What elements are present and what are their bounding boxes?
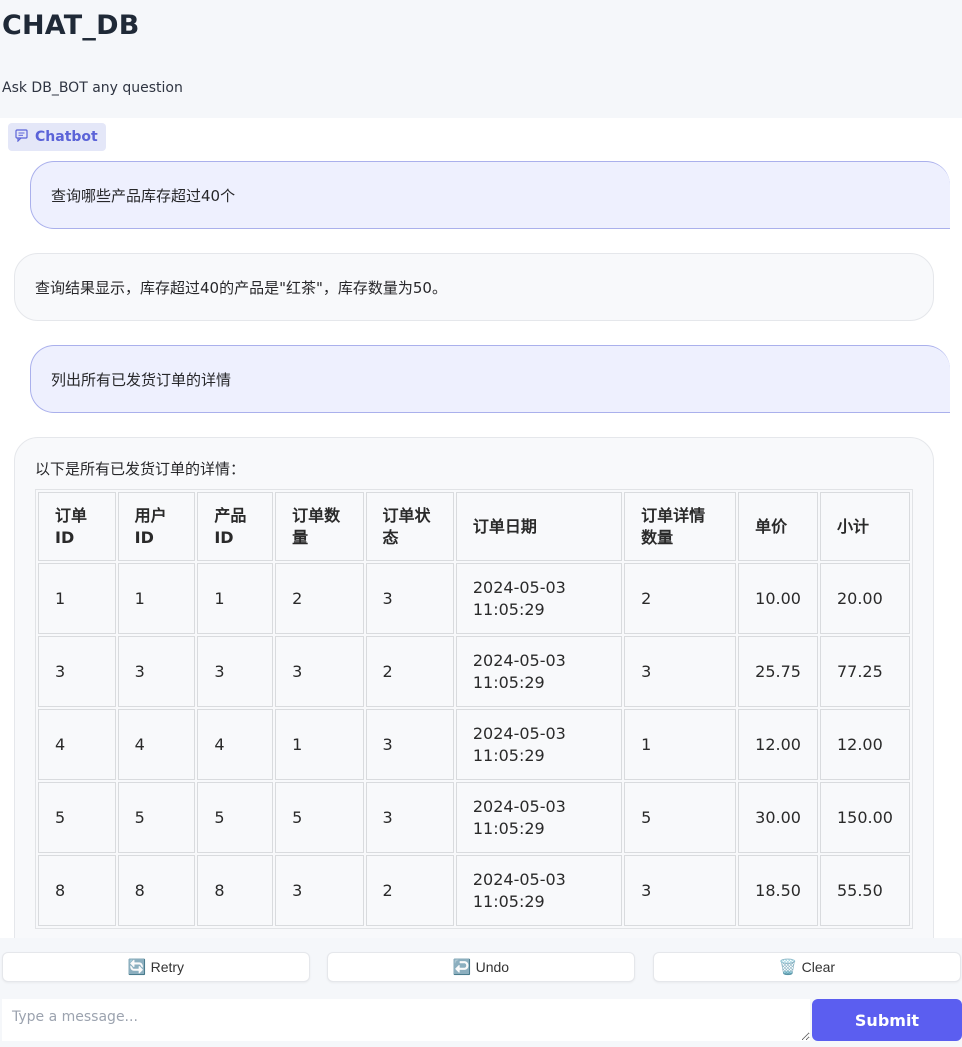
table-cell: 3: [197, 636, 274, 707]
message-text: 以下是所有已发货订单的详情：: [35, 460, 246, 478]
message-text: 列出所有已发货订单的详情: [51, 370, 232, 389]
table-cell: 2024-05-03 11:05:29: [455, 782, 623, 853]
table-cell: 1: [38, 563, 116, 634]
table-row: 4 4 4 1 3 2024-05-03 11:05:29 1 12.00 12…: [38, 709, 910, 780]
chatbot-label-text: Chatbot: [35, 129, 98, 145]
message-text: 查询结果显示，库存超过40的产品是"红茶"，库存数量为50。: [35, 278, 447, 297]
action-buttons: 🔄 Retry ↩️ Undo 🗑️ Clear: [0, 952, 962, 984]
table-cell: 5: [38, 782, 116, 853]
column-header: 小计: [819, 492, 910, 561]
column-header: 订单详情数量: [624, 492, 737, 561]
table-cell: 3: [624, 855, 737, 926]
table-cell: 8: [117, 855, 196, 926]
table-cell: 30.00: [738, 782, 818, 853]
trash-icon: 🗑️: [778, 959, 798, 976]
table-cell: 2024-05-03 11:05:29: [455, 855, 623, 926]
table-cell: 3: [624, 636, 737, 707]
orders-table: 订单ID 用户ID 产品ID 订单数量 订单状态 订单日期 订单详情数量 单价 …: [35, 489, 913, 929]
table-cell: 1: [275, 709, 364, 780]
table-cell: 4: [117, 709, 196, 780]
app-title: CHAT_DB: [2, 10, 140, 41]
table-cell: 5: [197, 782, 274, 853]
table-cell: 3: [38, 636, 116, 707]
undo-button[interactable]: ↩️ Undo: [327, 952, 635, 982]
chatbot-label: Chatbot: [8, 123, 106, 151]
table-cell: 3: [117, 636, 196, 707]
table-cell: 12.00: [738, 709, 818, 780]
table-cell: 18.50: [738, 855, 818, 926]
table-row: 8 8 8 3 2 2024-05-03 11:05:29 3 18.50 55…: [38, 855, 910, 926]
table-cell: 1: [624, 709, 737, 780]
table-row: 3 3 3 3 2 2024-05-03 11:05:29 3 25.75 77…: [38, 636, 910, 707]
clear-button[interactable]: 🗑️ Clear: [653, 952, 961, 982]
column-header: 订单ID: [38, 492, 116, 561]
table-cell: 3: [275, 855, 364, 926]
column-header: 订单数量: [275, 492, 364, 561]
table-cell: 10.00: [738, 563, 818, 634]
table-cell: 55.50: [819, 855, 910, 926]
table-cell: 1: [117, 563, 196, 634]
table-header-row: 订单ID 用户ID 产品ID 订单数量 订单状态 订单日期 订单详情数量 单价 …: [38, 492, 910, 561]
user-message: 列出所有已发货订单的详情: [30, 345, 950, 413]
table-row: 1 1 1 2 3 2024-05-03 11:05:29 2 10.00 20…: [38, 563, 910, 634]
table-cell: 12.00: [819, 709, 910, 780]
table-cell: 3: [365, 782, 454, 853]
table-cell: 20.00: [819, 563, 910, 634]
undo-label: Undo: [475, 959, 510, 975]
app-subtitle: Ask DB_BOT any question: [2, 80, 183, 96]
table-cell: 3: [275, 636, 364, 707]
table-cell: 77.25: [819, 636, 910, 707]
table-cell: 8: [38, 855, 116, 926]
table-cell: 5: [117, 782, 196, 853]
retry-icon: 🔄: [127, 959, 147, 976]
table-cell: 8: [197, 855, 274, 926]
table-cell: 4: [197, 709, 274, 780]
table-cell: 5: [624, 782, 737, 853]
undo-icon: ↩️: [452, 959, 472, 976]
clear-label: Clear: [801, 959, 836, 975]
bot-message: 以下是所有已发货订单的详情： 订单ID 用户ID 产品ID 订单数量 订单状态 …: [14, 437, 934, 938]
table-cell: 1: [197, 563, 274, 634]
table-cell: 2: [275, 563, 364, 634]
table-cell: 2: [365, 855, 454, 926]
retry-label: Retry: [150, 959, 185, 975]
message-text: 查询哪些产品库存超过40个: [51, 186, 236, 205]
table-cell: 3: [365, 709, 454, 780]
table-cell: 25.75: [738, 636, 818, 707]
table-row: 5 5 5 5 3 2024-05-03 11:05:29 5 30.00 15…: [38, 782, 910, 853]
bot-message: 查询结果显示，库存超过40的产品是"红茶"，库存数量为50。: [14, 253, 934, 321]
table-cell: 2024-05-03 11:05:29: [455, 563, 623, 634]
table-cell: 2024-05-03 11:05:29: [455, 636, 623, 707]
column-header: 产品ID: [197, 492, 274, 561]
user-message: 查询哪些产品库存超过40个: [30, 161, 950, 229]
retry-button[interactable]: 🔄 Retry: [2, 952, 310, 982]
message-input[interactable]: [2, 999, 810, 1041]
table-cell: 2: [365, 636, 454, 707]
table-cell: 150.00: [819, 782, 910, 853]
chatbot-panel[interactable]: Chatbot 查询哪些产品库存超过40个 查询结果显示，库存超过40的产品是"…: [0, 118, 962, 938]
table-cell: 2024-05-03 11:05:29: [455, 709, 623, 780]
table-cell: 3: [365, 563, 454, 634]
column-header: 订单日期: [455, 492, 623, 561]
submit-button[interactable]: Submit: [812, 999, 962, 1041]
table-cell: 5: [275, 782, 364, 853]
chat-bubble-icon: [15, 128, 28, 146]
column-header: 单价: [738, 492, 818, 561]
table-cell: 4: [38, 709, 116, 780]
column-header: 用户ID: [117, 492, 196, 561]
column-header: 订单状态: [365, 492, 454, 561]
table-cell: 2: [624, 563, 737, 634]
input-row: Submit: [0, 999, 962, 1043]
